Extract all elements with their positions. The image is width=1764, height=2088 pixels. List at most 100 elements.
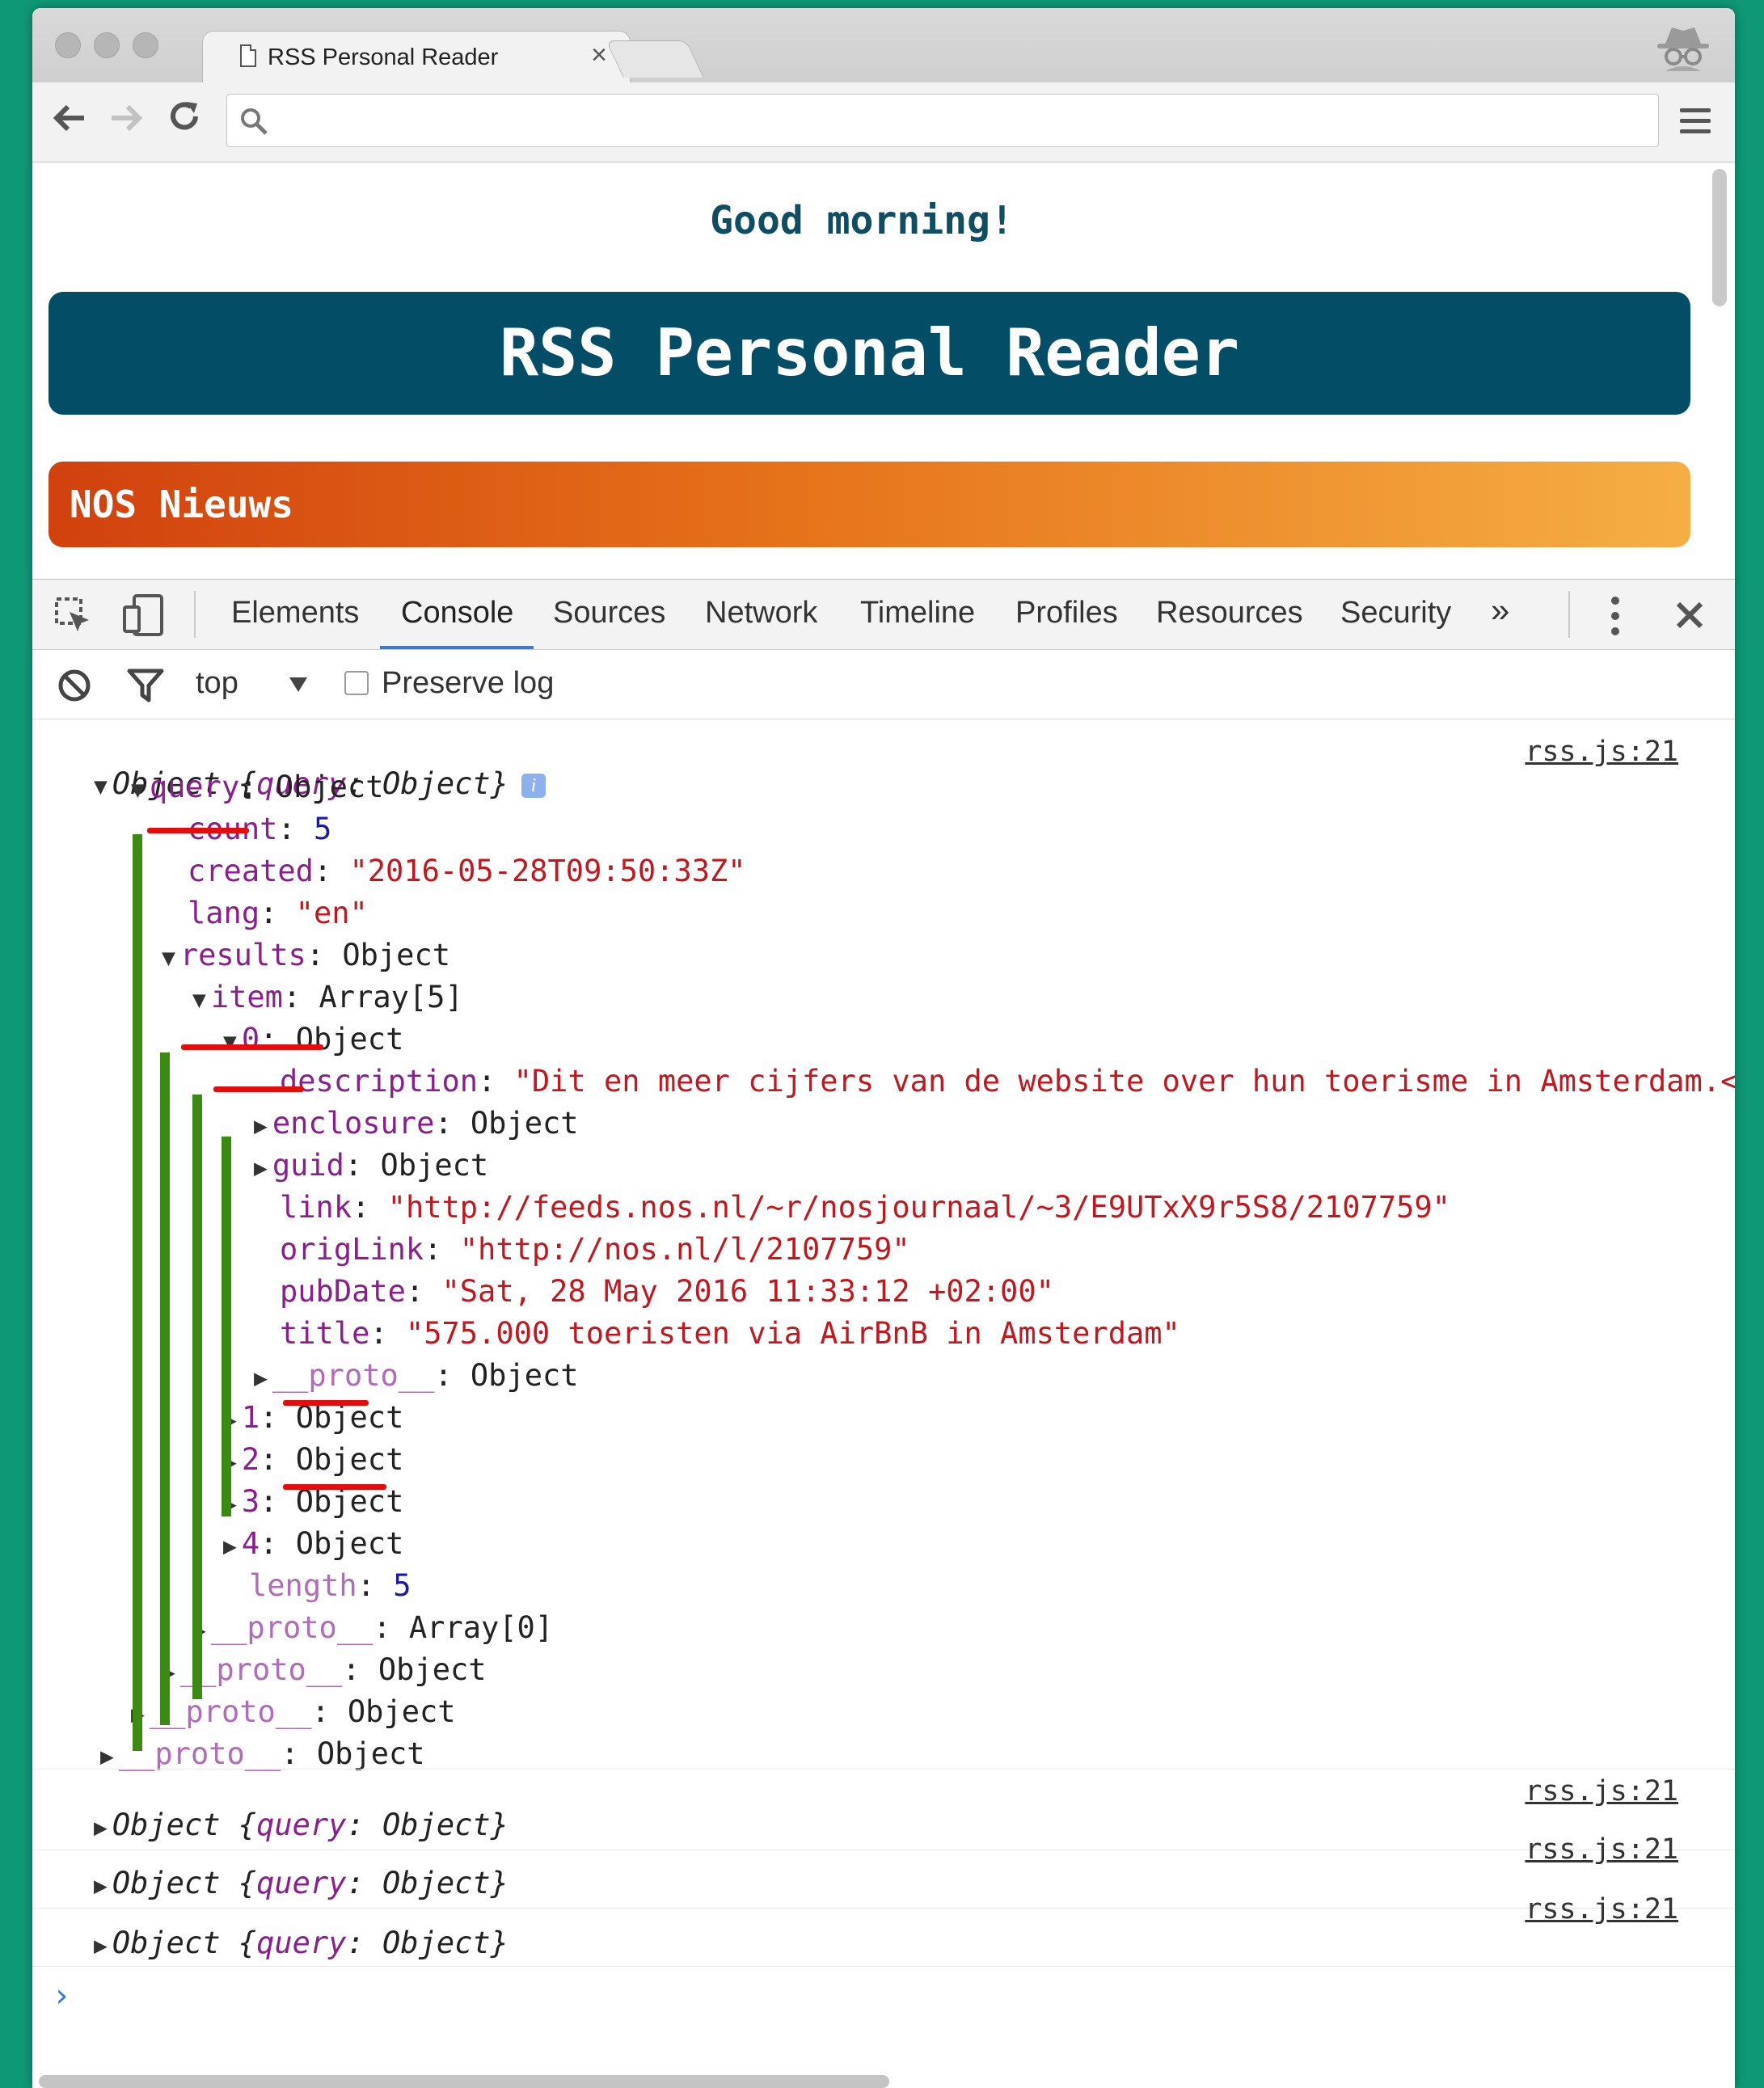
tree-line-item-2[interactable]: ▶2: Object <box>223 1442 403 1477</box>
tree-line-results[interactable]: ▼ results: Object <box>162 938 450 972</box>
expanded-triangle-icon: ▼ <box>223 1028 237 1055</box>
tree-line-query[interactable]: ▼ query: Object <box>131 770 383 804</box>
expanded-triangle-icon: ▼ <box>94 773 108 799</box>
annotation-green-bar <box>222 1137 231 1516</box>
source-link[interactable]: rss.js:21 <box>1525 1775 1678 1807</box>
tab-console[interactable]: Console <box>401 596 513 631</box>
property-key: enclosure <box>272 1106 435 1141</box>
source-link[interactable]: rss.js:21 <box>1525 736 1678 768</box>
property-key: 3 <box>241 1484 260 1519</box>
tab-sources[interactable]: Sources <box>553 596 665 631</box>
inspect-element-icon[interactable] <box>53 596 94 636</box>
property-value: 5 <box>393 1568 411 1603</box>
tree-line-item[interactable]: ▼ item: Array[5] <box>192 980 463 1014</box>
tab-profiles[interactable]: Profiles <box>1015 596 1118 631</box>
tab-resources[interactable]: Resources <box>1156 596 1303 631</box>
property-value: 5 <box>313 812 332 846</box>
tree-line-proto[interactable]: ▶__proto__: Object <box>254 1358 579 1393</box>
annotation-green-bar <box>192 1095 202 1699</box>
tree-line-item-0[interactable]: ▼ 0: Object <box>223 1022 403 1057</box>
property-value: Object <box>470 1106 579 1141</box>
tree-line-lang: lang: "en" <box>188 896 368 930</box>
zoom-window-button[interactable] <box>133 32 158 58</box>
preserve-log-checkbox[interactable] <box>344 671 369 695</box>
console-object-collapsed[interactable]: ▶ Object {query: Object} <box>94 1866 509 1900</box>
console-object-collapsed[interactable]: ▶ Object {query: Object} <box>94 1926 509 1960</box>
tree-line-proto[interactable]: ▶__proto__: Array[0] <box>192 1610 553 1645</box>
page-scrollbar[interactable] <box>1712 169 1727 306</box>
tab-elements[interactable]: Elements <box>231 596 359 631</box>
tab-security[interactable]: Security <box>1340 596 1451 631</box>
browser-window: RSS Personal Reader × Good morning! RSS … <box>32 8 1735 2088</box>
tree-line-item-4[interactable]: ▶ 4: Object <box>223 1526 403 1561</box>
tab-timeline[interactable]: Timeline <box>860 596 975 631</box>
tree-line-description: description: "Dit en meer cijfers van de… <box>280 1064 1735 1099</box>
property-value: Object <box>470 1358 579 1393</box>
close-window-button[interactable] <box>55 32 81 58</box>
kebab-menu-icon[interactable] <box>1607 594 1623 638</box>
property-key: __proto__ <box>149 1694 312 1729</box>
annotation-red-underline <box>283 1484 386 1490</box>
tree-line-created: created: "2016-05-28T09:50:33Z" <box>188 854 746 888</box>
forward-button[interactable] <box>108 99 144 144</box>
tree-line-proto[interactable]: ▶__proto__: Object <box>100 1736 425 1771</box>
console-prompt[interactable]: › <box>52 1977 71 2014</box>
property-value: Object <box>295 1022 404 1057</box>
incognito-icon <box>1657 27 1709 71</box>
property-value: Object <box>378 1652 487 1687</box>
info-icon[interactable]: i <box>521 773 546 798</box>
back-arrow-icon <box>53 104 84 132</box>
close-devtools-icon[interactable] <box>1673 599 1706 631</box>
reload-button[interactable] <box>167 99 202 144</box>
context-selector[interactable]: top <box>196 666 238 701</box>
tree-line-proto[interactable]: ▶__proto__: Object <box>162 1652 487 1687</box>
property-key: __proto__ <box>210 1610 373 1645</box>
tree-line-link: link: "http://feeds.nos.nl/~r/nosjournaa… <box>280 1190 1450 1225</box>
source-link[interactable]: rss.js:21 <box>1525 1833 1678 1866</box>
property-value: "en" <box>295 896 368 930</box>
feed-title-bar[interactable]: NOS Nieuws <box>49 462 1690 547</box>
browser-tab[interactable]: RSS Personal Reader × <box>202 31 631 82</box>
address-bar[interactable] <box>226 94 1659 147</box>
collapsed-triangle-icon: ▶ <box>94 1814 108 1841</box>
new-tab-button[interactable] <box>606 40 704 78</box>
browser-toolbar <box>32 82 1735 162</box>
more-tabs-button[interactable]: » <box>1491 591 1509 630</box>
console-filter-bar: top Preserve log <box>32 650 1735 719</box>
property-key: lang <box>188 896 260 930</box>
property-value: Array[5] <box>319 980 463 1014</box>
property-key: 1 <box>241 1400 260 1435</box>
collapsed-triangle-icon: ▶ <box>94 1932 108 1959</box>
property-key: query <box>149 770 240 804</box>
property-value: Object <box>380 1148 489 1183</box>
device-mode-icon[interactable] <box>121 593 167 638</box>
dropdown-arrow-icon[interactable] <box>288 676 309 694</box>
tree-line-origlink: origLink: "http://nos.nl/l/2107759" <box>280 1232 910 1267</box>
property-value: Array[0] <box>408 1610 554 1645</box>
property-key: __proto__ <box>272 1358 435 1393</box>
back-button[interactable] <box>52 99 87 144</box>
collapsed-triangle-icon: ▶ <box>100 1743 114 1770</box>
tab-separator <box>194 591 196 638</box>
property-key: results <box>179 938 306 972</box>
clear-console-icon[interactable] <box>57 668 92 703</box>
source-link[interactable]: rss.js:21 <box>1525 1893 1678 1926</box>
tab-network[interactable]: Network <box>705 596 817 631</box>
property-value: "Sat, 28 May 2016 11:33:12 +02:00" <box>441 1274 1054 1309</box>
tree-line-length: length: 5 <box>249 1568 411 1603</box>
tree-line-proto[interactable]: ▶__proto__: Object <box>131 1694 456 1729</box>
property-value: Object <box>342 938 451 972</box>
tab-close-icon[interactable]: × <box>591 40 607 71</box>
console-object-collapsed[interactable]: ▶ Object {query: Object} <box>94 1807 509 1842</box>
property-value: Object <box>347 1694 456 1729</box>
filter-icon[interactable] <box>126 668 165 703</box>
chrome-menu-icon[interactable] <box>1680 108 1711 136</box>
minimize-window-button[interactable] <box>94 32 120 58</box>
property-value: "http://feeds.nos.nl/~r/nosjournaal/~3/E… <box>387 1190 1450 1225</box>
tree-line-guid[interactable]: ▶ guid: Object <box>254 1148 488 1183</box>
tab-strip: RSS Personal Reader × <box>32 8 1735 82</box>
tree-line-enclosure[interactable]: ▶ enclosure: Object <box>254 1106 579 1141</box>
console-horizontal-scrollbar[interactable] <box>39 2075 889 2088</box>
property-key: guid <box>272 1148 344 1183</box>
active-tab-indicator <box>380 646 534 649</box>
